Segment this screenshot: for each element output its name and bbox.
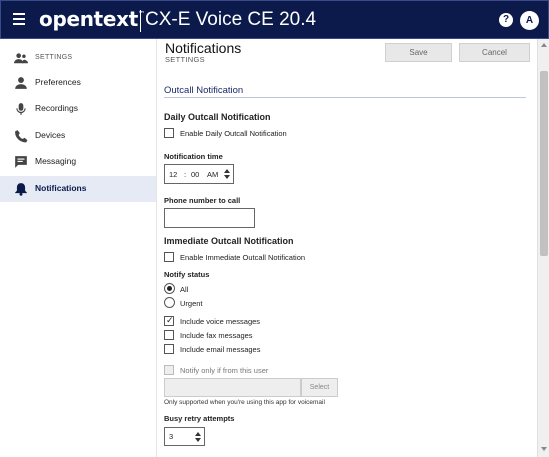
microphone-icon [16,103,26,115]
include-fax-label: Include fax messages [180,331,253,340]
person-icon [15,77,27,89]
enable-immediate-label: Enable Immediate Outcall Notification [180,253,306,262]
include-email-label: Include email messages [180,345,261,354]
brand-name: opentext [39,7,139,31]
time-hour: 12 [169,170,178,179]
status-all-label: All [180,285,189,294]
include-fax-checkbox[interactable] [164,330,174,340]
scroll-down-arrow-icon[interactable] [541,447,547,451]
status-urgent-radio[interactable] [164,297,175,308]
people-icon [14,53,28,64]
sidebar-item-messaging[interactable]: Messaging [0,149,156,175]
header-divider [140,10,141,32]
include-email-checkbox[interactable] [164,344,174,354]
select-note: Only supported when you're using this ap… [164,399,325,406]
sidebar-item-recordings[interactable]: Recordings [0,96,156,122]
help-icon[interactable]: ? [499,13,513,27]
section-title: Outcall Notification [164,85,244,96]
notification-time-input[interactable]: 12 : 00 AM [164,164,234,184]
top-bar: opentext™ CX-E Voice CE 20.4 ? A [0,0,549,39]
sidebar-item-preferences[interactable]: Preferences [0,70,156,96]
select-user-button[interactable]: Select [301,378,338,397]
page-title: Notifications [165,40,242,56]
avatar[interactable]: A [520,11,539,30]
notifications-form: Outcall Notification Daily Outcall Notif… [157,69,537,457]
notify-user-checkbox[interactable] [164,365,174,375]
retry-spinner-icon[interactable] [195,432,201,443]
sidebar-item-label: Messaging [35,156,77,166]
sidebar-item-notifications[interactable]: Notifications [0,176,156,202]
time-ampm: AM [207,170,219,179]
include-voice-checkbox[interactable] [164,315,174,326]
sidebar-header-settings: SETTINGS [0,45,156,71]
brand-logo: opentext™ [39,7,145,31]
sidebar-item-label: Recordings [35,103,78,113]
product-name: CX-E Voice CE 20.4 [145,9,317,30]
time-spinner-icon[interactable] [224,169,230,180]
enable-immediate-checkbox[interactable] [164,252,174,262]
sidebar-item-label: Preferences [35,77,81,87]
time-label: Notification time [164,152,223,161]
notify-status-label: Notify status [164,270,210,279]
scrollbar[interactable] [537,39,549,457]
section-divider [164,97,526,98]
page-subtitle: SETTINGS [165,55,205,64]
phone-number-input[interactable] [164,208,255,228]
busy-retry-input[interactable]: 3 [164,427,205,446]
time-minute: 00 [191,170,200,179]
status-all-radio[interactable] [164,283,175,294]
enable-daily-label: Enable Daily Outcall Notification [180,129,287,138]
hamburger-menu-icon[interactable] [13,13,25,25]
chat-icon [15,156,27,168]
immediate-heading: Immediate Outcall Notification [164,236,294,246]
content-header: Notifications SETTINGS Save Cancel [157,39,537,69]
sidebar-item-devices[interactable]: Devices [0,123,156,149]
enable-daily-checkbox[interactable] [164,128,174,138]
user-select-input[interactable] [164,378,301,397]
status-urgent-label: Urgent [180,299,203,308]
busy-retry-label: Busy retry attempts [164,414,235,423]
include-voice-label: Include voice messages [180,317,261,326]
scroll-up-arrow-icon[interactable] [541,43,547,47]
save-button[interactable]: Save [385,43,452,62]
phone-icon [15,130,28,143]
cancel-button[interactable]: Cancel [459,43,530,62]
phone-label: Phone number to call [164,196,241,205]
sidebar-item-label: Notifications [35,183,87,193]
busy-retry-value: 3 [169,432,174,441]
sidebar-item-label: Devices [35,130,66,140]
sidebar-item-label: SETTINGS [35,54,73,61]
bell-icon [15,183,27,196]
time-separator: : [184,170,187,179]
sidebar: SETTINGS Preferences Recordings Devices … [0,39,157,457]
notify-user-label: Notify only if from this user [180,366,269,375]
scroll-thumb[interactable] [540,71,548,256]
daily-heading: Daily Outcall Notification [164,112,271,122]
